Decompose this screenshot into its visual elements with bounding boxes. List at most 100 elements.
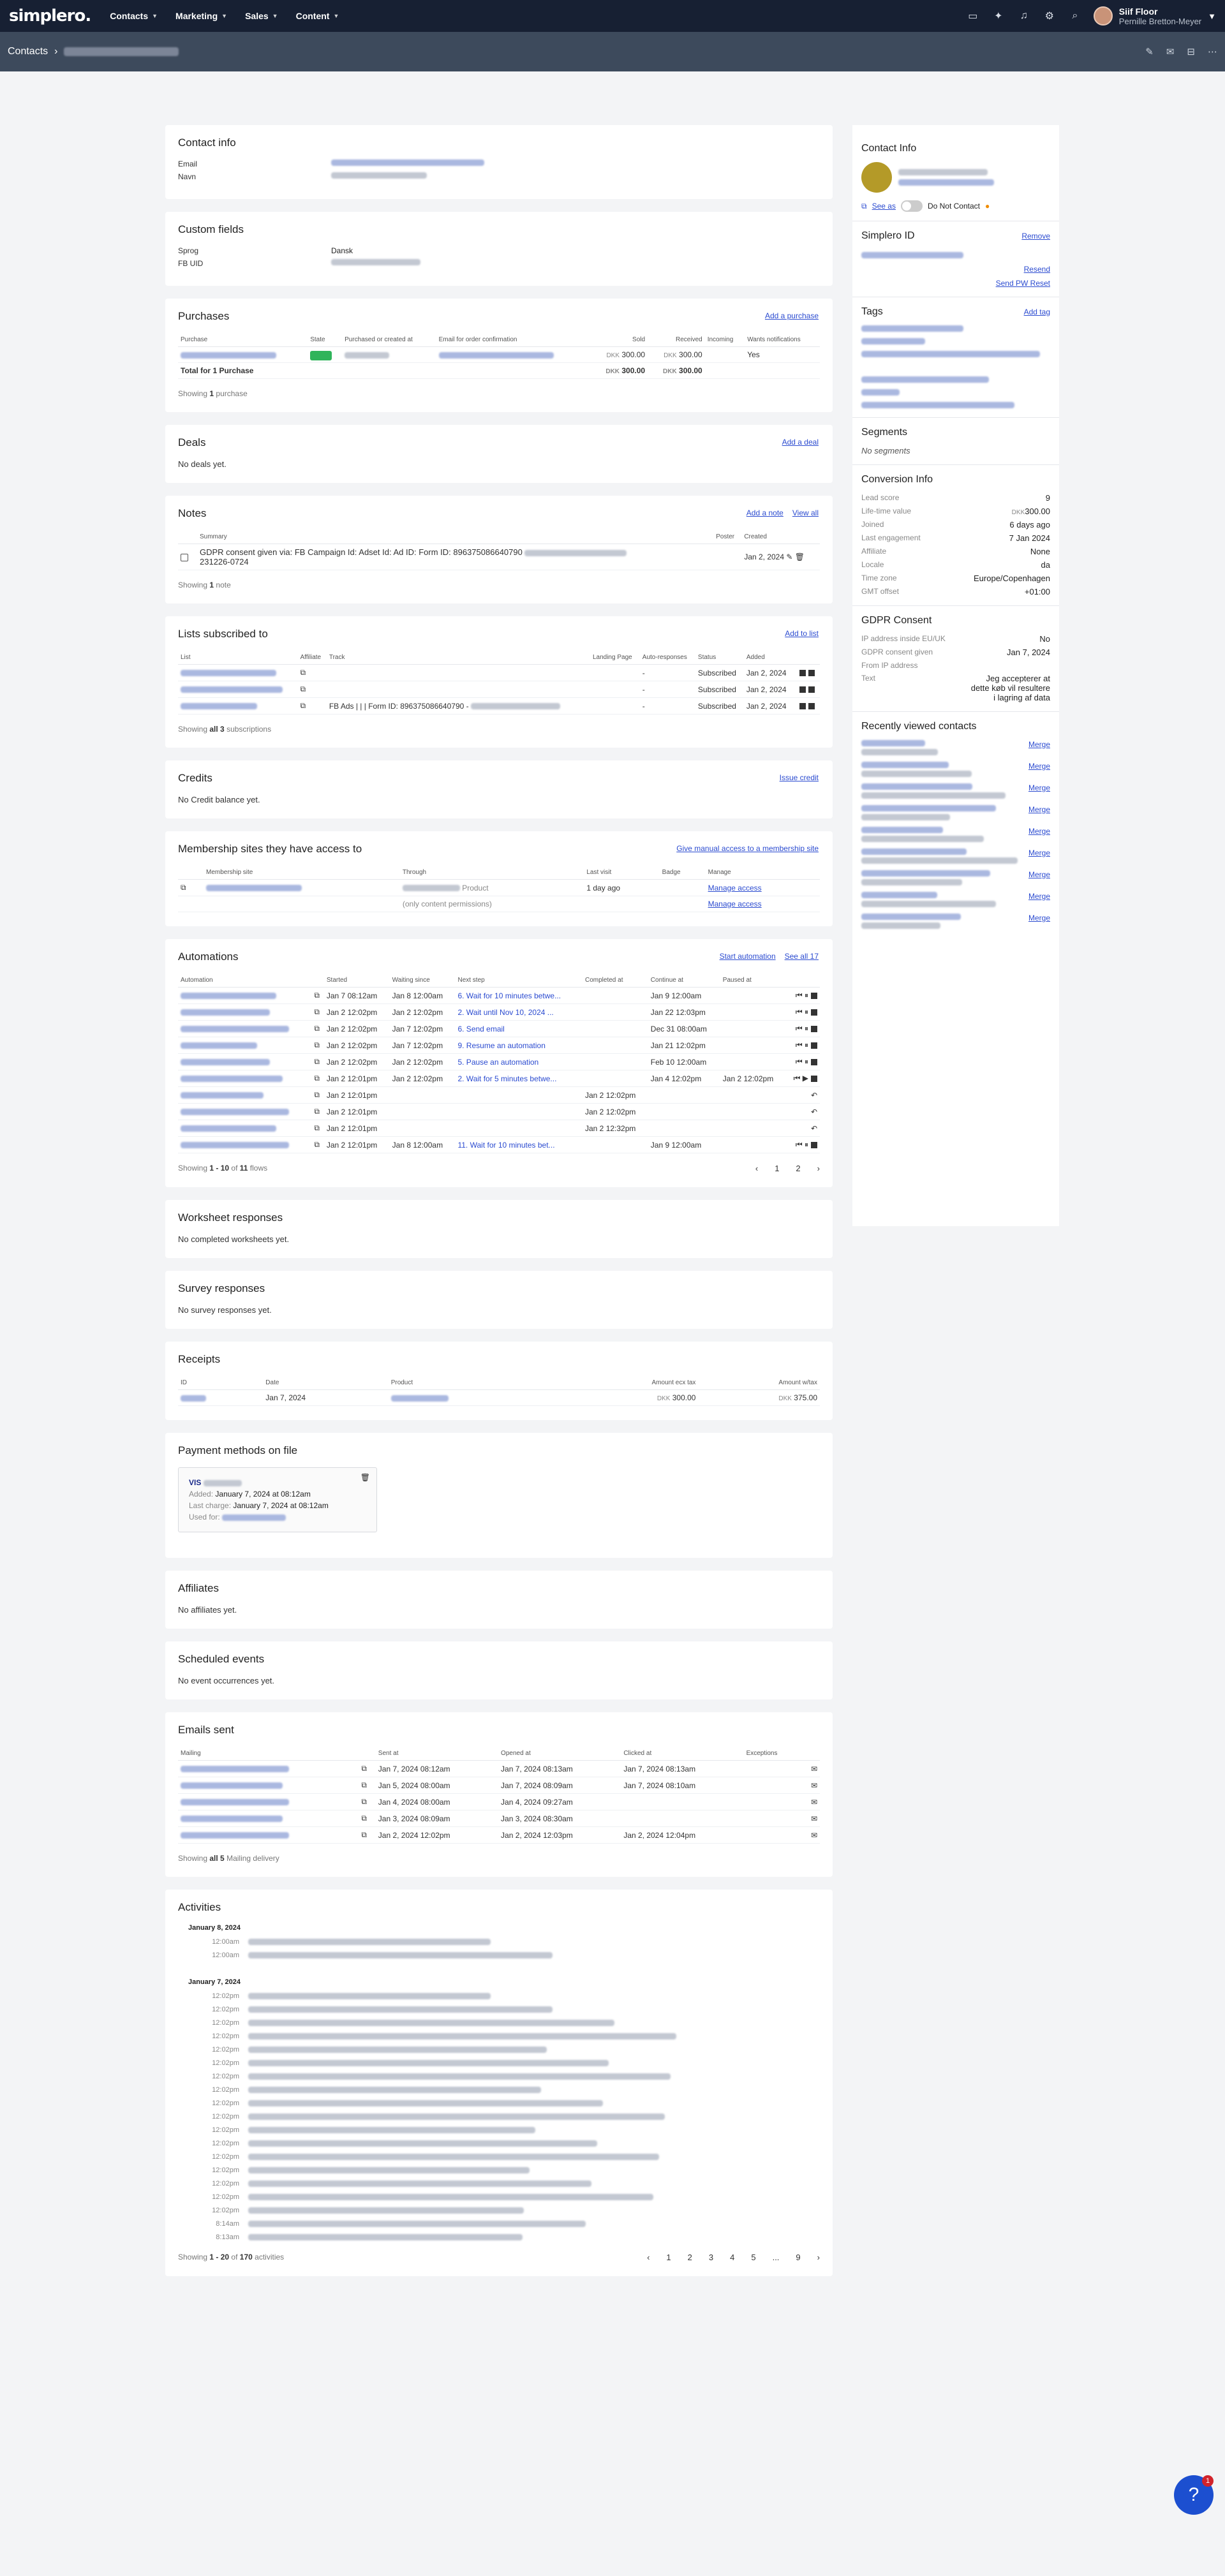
next-page-icon[interactable]: › bbox=[817, 2253, 820, 2262]
recent-contact-name[interactable] bbox=[861, 914, 961, 920]
next-step[interactable]: 2. Wait for 5 minutes betwe... bbox=[455, 1070, 583, 1087]
automation-link[interactable] bbox=[181, 1059, 270, 1066]
skip-back-icon[interactable]: ⏮ bbox=[796, 1007, 803, 1016]
add-tag-link[interactable]: Add tag bbox=[1024, 307, 1050, 316]
page-1[interactable]: 1 bbox=[775, 1164, 779, 1173]
mailing-link[interactable] bbox=[181, 1766, 289, 1773]
automation-link[interactable] bbox=[181, 1026, 289, 1033]
automation-link[interactable] bbox=[181, 1142, 289, 1149]
next-step[interactable] bbox=[455, 1086, 583, 1104]
user-menu[interactable]: Siif Floor Pernille Bretton-Meyer ▼ bbox=[1093, 6, 1216, 26]
skip-back-icon[interactable]: ⏮ bbox=[796, 1040, 803, 1049]
automation-link[interactable] bbox=[181, 1042, 257, 1049]
email-value[interactable] bbox=[331, 159, 484, 166]
gear-icon[interactable]: ⚙ bbox=[1043, 9, 1057, 23]
breadcrumb-contacts[interactable]: Contacts bbox=[8, 46, 48, 57]
give-access-link[interactable]: Give manual access to a membership site bbox=[676, 844, 819, 853]
stop-icon[interactable] bbox=[811, 1042, 817, 1049]
external-link-icon[interactable]: ⧉ bbox=[314, 1007, 320, 1016]
undo-icon[interactable]: ↶ bbox=[811, 1091, 817, 1100]
undo-icon[interactable]: ↶ bbox=[811, 1124, 817, 1133]
prev-page-icon[interactable]: ‹ bbox=[755, 1164, 758, 1173]
tag[interactable] bbox=[861, 389, 900, 396]
recent-contact-name[interactable] bbox=[861, 892, 937, 898]
nav-marketing[interactable]: Marketing ▼ bbox=[175, 11, 227, 21]
page-link[interactable]: 9 bbox=[796, 2253, 800, 2262]
pause-icon[interactable] bbox=[799, 670, 806, 677]
manage-access-link[interactable]: Manage access bbox=[708, 884, 762, 892]
automation-link[interactable] bbox=[181, 1109, 289, 1116]
manage-access-link[interactable]: Manage access bbox=[708, 899, 762, 908]
list-link[interactable] bbox=[181, 703, 257, 710]
mail-icon[interactable]: ✉ bbox=[1166, 46, 1175, 57]
add-to-list-link[interactable]: Add to list bbox=[785, 629, 819, 638]
trash-icon[interactable]: 🗑 bbox=[360, 1473, 370, 1482]
prev-page-icon[interactable]: ‹ bbox=[647, 2253, 650, 2262]
next-step[interactable]: 2. Wait until Nov 10, 2024 ... bbox=[455, 1003, 583, 1021]
external-link-icon[interactable]: ⧉ bbox=[361, 1797, 367, 1806]
more-icon[interactable]: ⋯ bbox=[1208, 46, 1217, 57]
see-all-automations-link[interactable]: See all 17 bbox=[785, 952, 819, 961]
external-link-icon[interactable]: ⧉ bbox=[314, 1057, 320, 1066]
receipt-id[interactable] bbox=[181, 1395, 206, 1402]
email-confirmation[interactable] bbox=[438, 352, 554, 359]
pause-icon[interactable]: ⏸ bbox=[803, 1007, 808, 1016]
external-link-icon[interactable]: ⧉ bbox=[314, 1074, 320, 1083]
stop-icon[interactable] bbox=[808, 670, 815, 677]
external-link-icon[interactable]: ⧉ bbox=[361, 1814, 367, 1823]
view-all-notes-link[interactable]: View all bbox=[792, 508, 819, 517]
external-link-icon[interactable]: ⧉ bbox=[314, 1140, 320, 1149]
merge-link[interactable]: Merge bbox=[1028, 762, 1050, 777]
page-link[interactable]: ... bbox=[773, 2253, 780, 2262]
membership-site-link[interactable] bbox=[206, 885, 302, 892]
chat-icon[interactable]: ▭ bbox=[966, 9, 980, 23]
stop-icon[interactable] bbox=[808, 686, 815, 693]
help-button[interactable]: ? 1 bbox=[1174, 2475, 1214, 2515]
stop-icon[interactable] bbox=[811, 1025, 817, 1032]
page-link[interactable]: 3 bbox=[709, 2253, 713, 2262]
page-link[interactable]: 1 bbox=[666, 2253, 671, 2262]
tag[interactable] bbox=[861, 376, 989, 383]
edit-icon[interactable]: ✎ bbox=[786, 552, 792, 561]
add-note-link[interactable]: Add a note bbox=[746, 508, 783, 517]
next-step[interactable]: 11. Wait for 10 minutes bet... bbox=[455, 1136, 583, 1153]
search-icon[interactable]: ⌕ bbox=[1068, 9, 1082, 23]
next-step[interactable] bbox=[455, 1103, 583, 1120]
next-step[interactable]: 6. Wait for 10 minutes betwe... bbox=[455, 987, 583, 1004]
stop-icon[interactable] bbox=[811, 992, 817, 999]
stop-icon[interactable] bbox=[811, 1141, 817, 1148]
external-link-icon[interactable]: ⧉ bbox=[314, 1040, 320, 1049]
pause-icon[interactable]: ⏸ bbox=[803, 1040, 808, 1049]
automation-link[interactable] bbox=[181, 1009, 270, 1016]
stop-icon[interactable] bbox=[808, 703, 815, 710]
bell-icon[interactable]: ♫ bbox=[1017, 9, 1031, 23]
page-link[interactable]: 5 bbox=[751, 2253, 755, 2262]
recent-contact-name[interactable] bbox=[861, 740, 925, 746]
play-icon[interactable]: ▶ bbox=[800, 1074, 808, 1083]
external-link-icon[interactable]: ⧉ bbox=[314, 991, 320, 1000]
recent-contact-name[interactable] bbox=[861, 762, 949, 768]
pause-icon[interactable]: ⏸ bbox=[803, 1024, 808, 1033]
pause-icon[interactable]: ⏸ bbox=[803, 1140, 808, 1149]
merge-link[interactable]: Merge bbox=[1028, 783, 1050, 799]
page-link[interactable]: 2 bbox=[688, 2253, 692, 2262]
note-summary[interactable]: GDPR consent given via: FB Campaign Id: … bbox=[200, 547, 523, 557]
merge-link[interactable]: Merge bbox=[1028, 892, 1050, 907]
external-link-icon[interactable]: ⧉ bbox=[301, 668, 306, 677]
skip-back-icon[interactable]: ⏮ bbox=[796, 1057, 803, 1066]
automation-link[interactable] bbox=[181, 993, 276, 1000]
start-automation-link[interactable]: Start automation bbox=[720, 952, 776, 961]
merge-link[interactable]: Merge bbox=[1028, 848, 1050, 864]
add-purchase-link[interactable]: Add a purchase bbox=[765, 311, 819, 320]
add-deal-link[interactable]: Add a deal bbox=[782, 438, 819, 447]
receipt-product[interactable] bbox=[390, 1395, 449, 1402]
remove-link[interactable]: Remove bbox=[1021, 232, 1050, 241]
pause-icon[interactable]: ⏸ bbox=[803, 991, 808, 1000]
mail-icon[interactable]: ✉ bbox=[811, 1814, 817, 1823]
send-password-reset-link[interactable]: Send PW Reset bbox=[996, 279, 1050, 288]
undo-icon[interactable]: ↶ bbox=[811, 1107, 817, 1116]
recent-contact-name[interactable] bbox=[861, 827, 943, 833]
external-link-icon[interactable]: ⧉ bbox=[314, 1024, 320, 1033]
mailing-link[interactable] bbox=[181, 1782, 283, 1789]
stop-icon[interactable] bbox=[811, 1075, 817, 1082]
